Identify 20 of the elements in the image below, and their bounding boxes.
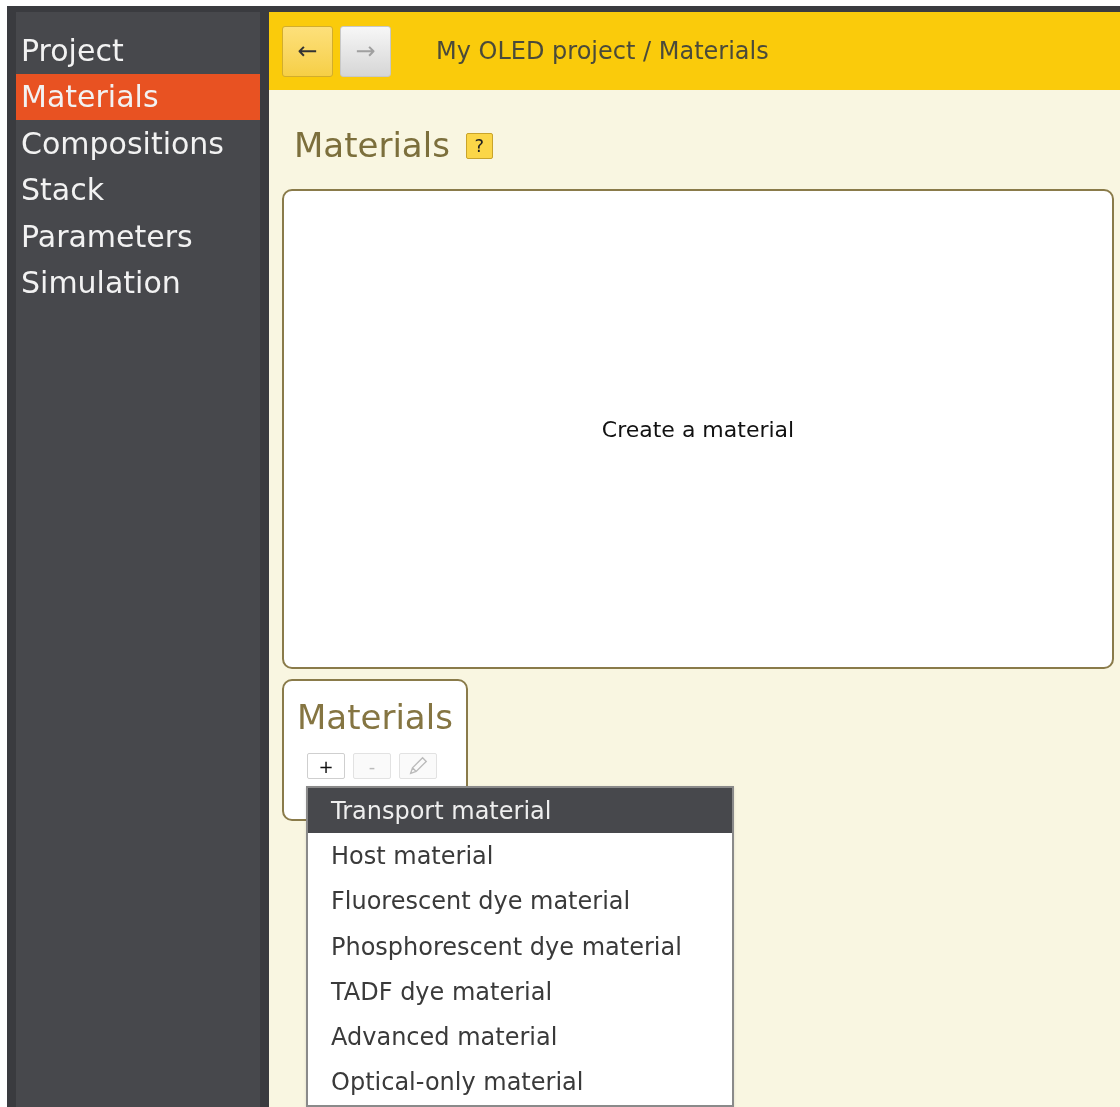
back-button[interactable]: ← [282, 25, 333, 77]
menu-item[interactable]: Transport material [308, 788, 732, 834]
menu-item[interactable]: Optical-only material [308, 1059, 732, 1106]
toolbar-button[interactable]: + [307, 753, 345, 779]
sidebar-item[interactable]: Stack [16, 166, 260, 213]
menu-item[interactable]: TADF dye material [308, 969, 732, 1015]
menu-item[interactable]: Phosphorescent dye material [308, 923, 732, 970]
sidebar-item[interactable]: Parameters [16, 213, 260, 260]
menu-item[interactable]: Host material [308, 833, 732, 879]
sidebar-item[interactable]: Project [16, 27, 260, 74]
help-button[interactable]: ? [465, 132, 493, 159]
sidebar-item[interactable]: Simulation [16, 259, 260, 306]
pencil-icon [407, 755, 429, 777]
menu-item[interactable]: Fluorescent dye material [308, 878, 732, 924]
breadcrumb: My OLED project / Materials [436, 36, 769, 67]
page-title: Materials [294, 124, 450, 167]
menu-item[interactable]: Advanced material [308, 1014, 732, 1060]
empty-message: Create a material [601, 415, 795, 444]
panel-title: Materials [297, 696, 454, 739]
sidebar-item[interactable]: Compositions [16, 120, 260, 167]
